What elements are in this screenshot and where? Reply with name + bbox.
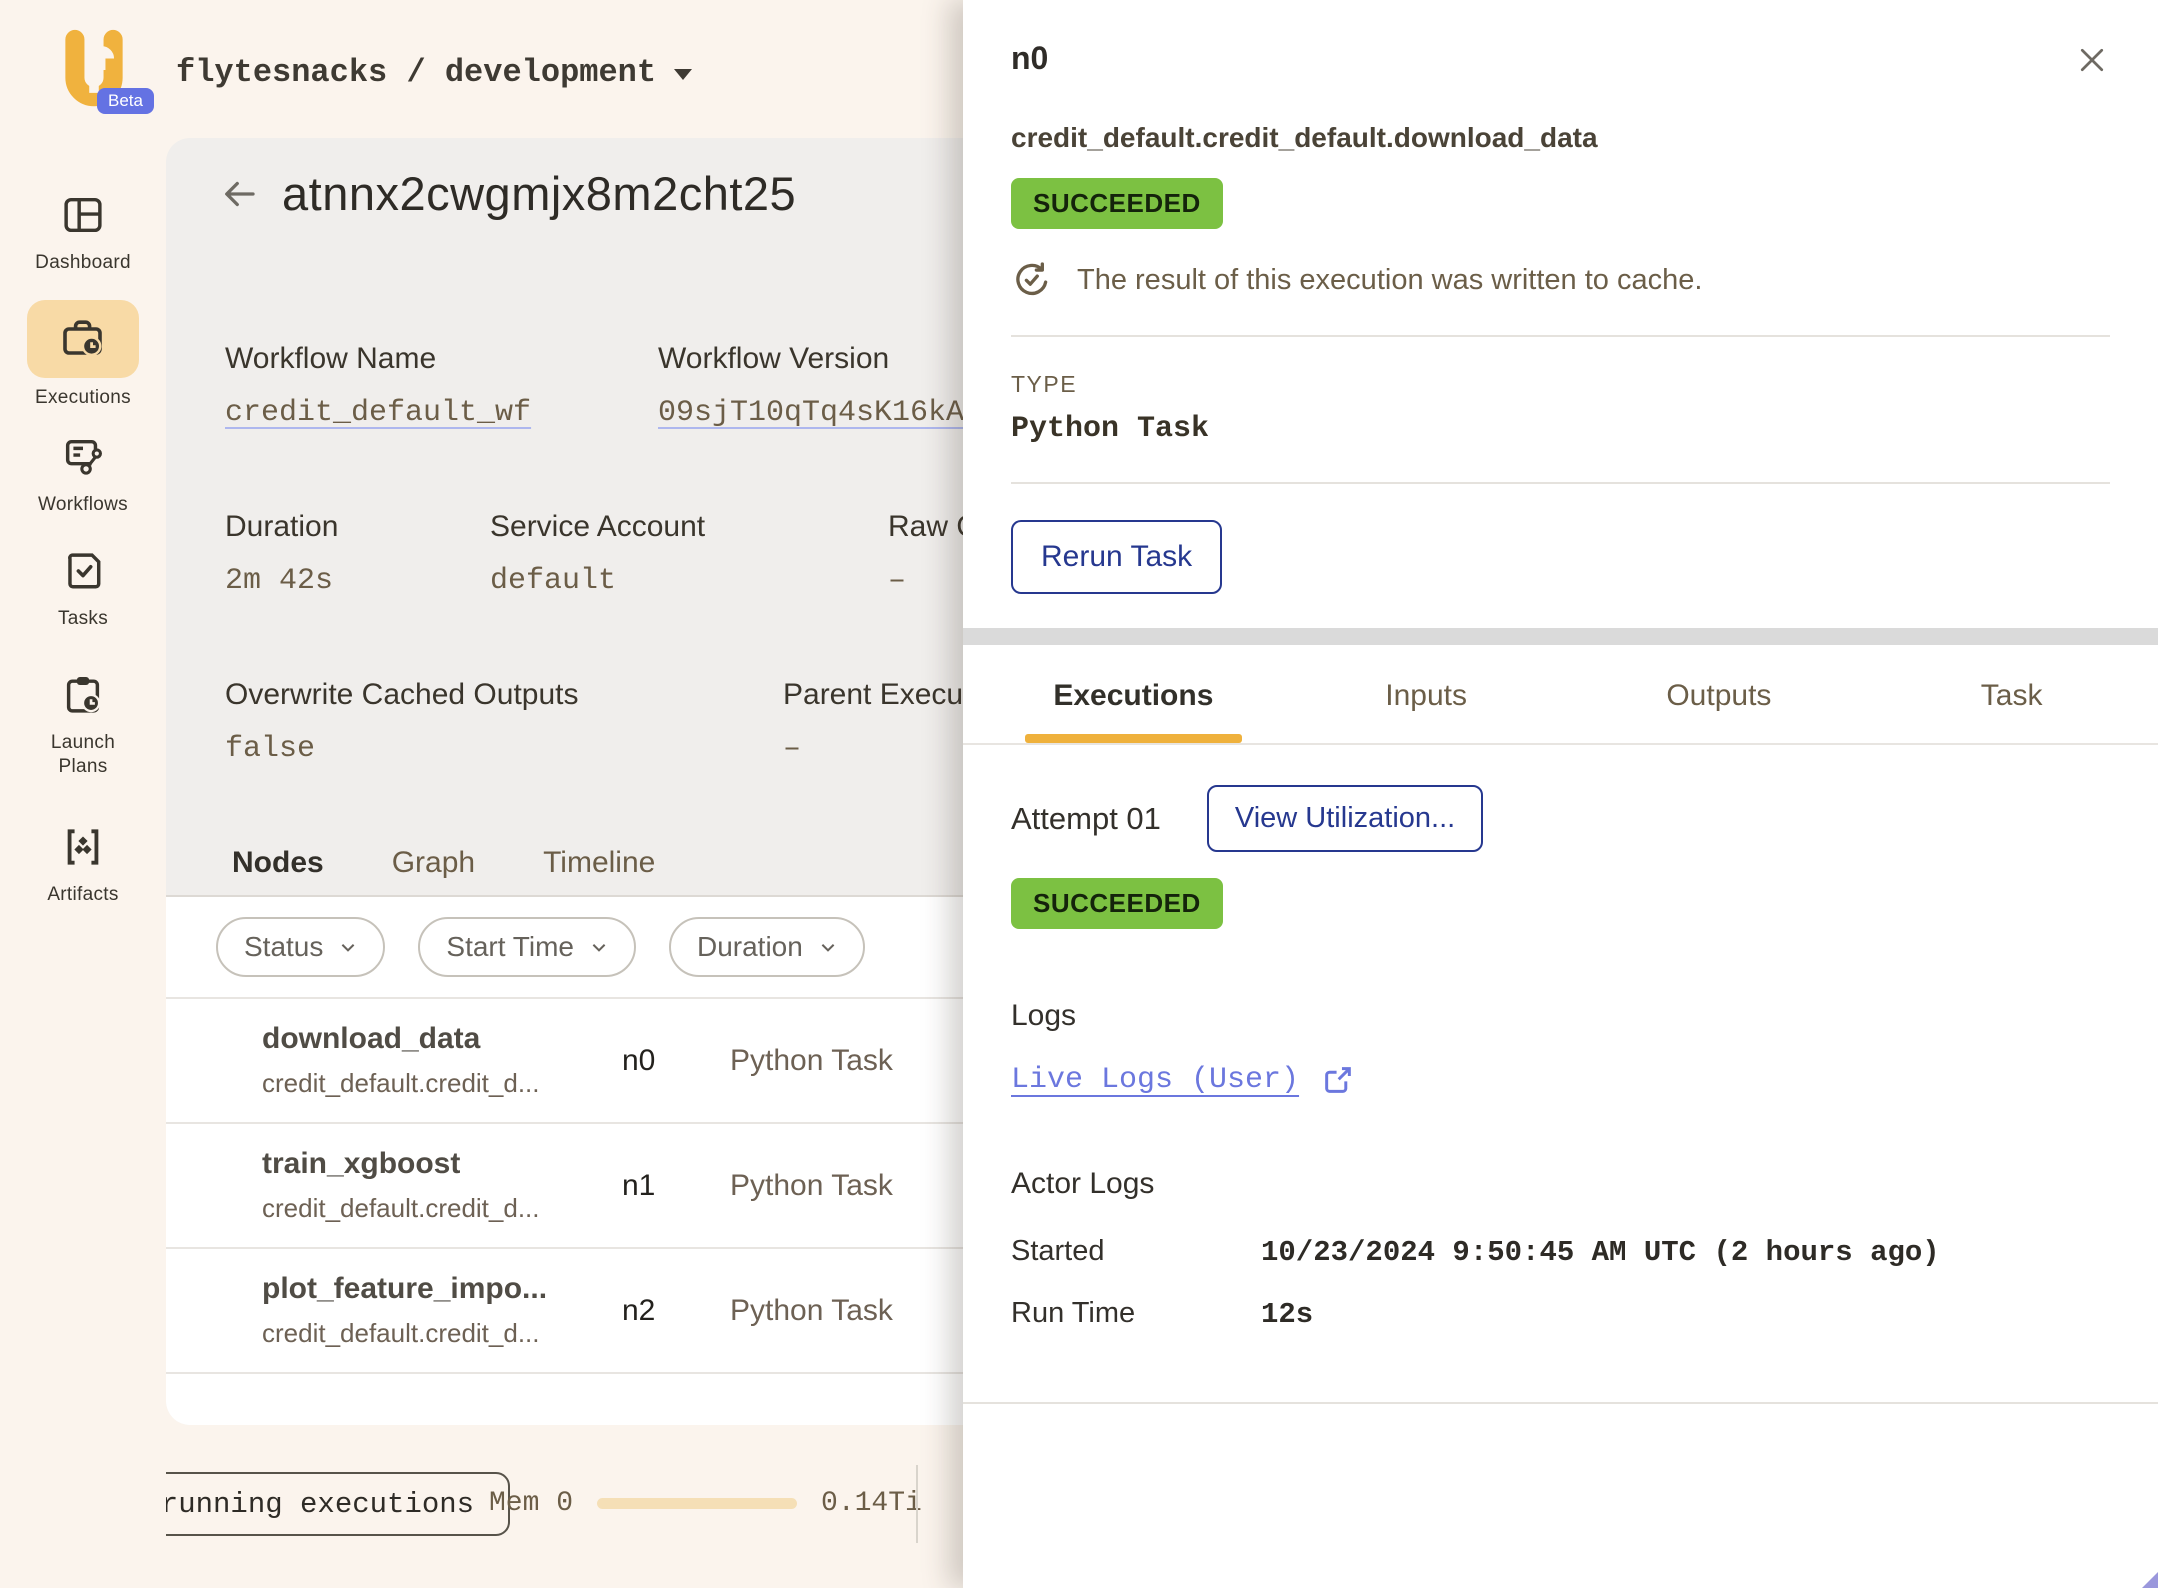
logs-heading: Logs <box>963 929 2158 1033</box>
task-full-name: credit_default.credit_default.download_d… <box>963 78 2158 154</box>
workflow-version-label: Workflow Version <box>658 342 982 376</box>
sidebar-item-label: Launch Plans <box>35 731 131 779</box>
artifacts-icon <box>60 824 106 870</box>
launch-plans-icon <box>60 672 106 718</box>
workflow-version-link[interactable]: 09sjT10qTq4sK16kA0 <box>658 396 982 430</box>
runtime-value: 12s <box>1261 1298 1313 1331</box>
status-filter[interactable]: Status <box>216 917 385 977</box>
service-account-label: Service Account <box>490 510 888 544</box>
chevron-down-icon <box>590 938 608 956</box>
service-account-value: default <box>490 564 888 598</box>
resize-corner[interactable] <box>2142 1572 2158 1588</box>
started-value: 10/23/2024 9:50:45 AM UTC (2 hours ago) <box>1261 1236 1940 1269</box>
tasks-icon <box>60 548 106 594</box>
duration-value: 2m 42s <box>225 564 490 598</box>
overwrite-cached-label: Overwrite Cached Outputs <box>225 678 783 712</box>
chevron-down-icon <box>674 69 692 80</box>
sidebar-item-executions[interactable]: Executions <box>0 300 166 410</box>
cache-message: The result of this execution was written… <box>1077 264 1702 297</box>
workflow-name-link[interactable]: credit_default_wf <box>225 396 658 430</box>
sidebar-item-label: Dashboard <box>0 251 166 275</box>
duration-label: Duration <box>225 510 490 544</box>
external-link-icon[interactable] <box>1321 1063 1355 1097</box>
executions-active-highlight <box>27 300 139 378</box>
parent-execution-value: – <box>783 732 963 766</box>
close-icon[interactable] <box>2074 42 2110 78</box>
parent-execution-label: Parent Execu <box>783 678 963 712</box>
type-value: Python Task <box>1011 412 2110 446</box>
chevron-down-icon <box>339 938 357 956</box>
rerun-task-button[interactable]: Rerun Task <box>1011 520 1222 594</box>
duration-filter[interactable]: Duration <box>669 917 865 977</box>
node-task-id: credit_default.credit_d... <box>262 1318 622 1349</box>
workflows-icon <box>60 434 106 480</box>
sidebar-item-artifacts[interactable]: Artifacts <box>0 824 166 907</box>
tab-executions[interactable]: Executions <box>987 657 1280 743</box>
chevron-down-icon <box>819 938 837 956</box>
actor-logs-heading: Actor Logs <box>963 1097 2158 1201</box>
attempt-status-badge: SUCCEEDED <box>1011 878 1223 929</box>
tab-task[interactable]: Task <box>1865 657 2158 743</box>
start-time-filter-label: Start Time <box>446 931 574 963</box>
type-label: TYPE <box>1011 371 2110 398</box>
node-name: train_xgboost <box>262 1147 622 1181</box>
overwrite-cached-value: false <box>225 732 783 766</box>
node-id: n2 <box>622 1294 730 1328</box>
node-name: plot_feature_impo... <box>262 1272 622 1306</box>
status-badge: SUCCEEDED <box>1011 178 1223 229</box>
mem-label: Mem 0 <box>489 1488 573 1519</box>
sidebar-item-launch-plans[interactable]: Launch Plans <box>0 672 166 779</box>
workflow-name-label: Workflow Name <box>225 342 658 376</box>
statusbar-divider <box>916 1465 918 1543</box>
union-logo[interactable]: Beta <box>52 28 136 116</box>
attempt-label: Attempt 01 <box>1011 801 1161 837</box>
status-filter-label: Status <box>244 931 323 963</box>
divider <box>1011 482 2110 484</box>
sidebar-item-label: Workflows <box>0 493 166 517</box>
node-id: n0 <box>622 1044 730 1078</box>
duration-filter-label: Duration <box>697 931 803 963</box>
node-detail-panel: n0 credit_default.credit_default.downloa… <box>963 0 2158 1588</box>
sidebar-item-dashboard[interactable]: Dashboard <box>0 192 166 275</box>
start-time-filter[interactable]: Start Time <box>418 917 636 977</box>
node-type: Python Task <box>730 1294 893 1328</box>
sidebar-item-tasks[interactable]: Tasks <box>0 548 166 631</box>
sidebar-item-label: Artifacts <box>0 883 166 907</box>
project-domain-selector[interactable]: flytesnacks / development <box>176 54 692 91</box>
view-utilization-button[interactable]: View Utilization... <box>1207 785 1483 852</box>
sidebar-item-label: Tasks <box>0 607 166 631</box>
running-executions-label: 0 running executions <box>126 1488 474 1521</box>
sidebar: Beta Dashboard Executions <box>0 0 166 1588</box>
divider <box>963 1402 2158 1404</box>
execution-id-title: atnnx2cwgmjx8m2cht25 <box>282 166 796 221</box>
mem-max-label: 0.14Ti <box>821 1488 922 1519</box>
mem-progress-bar <box>597 1498 797 1509</box>
sidebar-item-label: Executions <box>0 386 166 410</box>
node-name: download_data <box>262 1022 622 1056</box>
node-type: Python Task <box>730 1169 893 1203</box>
panel-tabs: Executions Inputs Outputs Task <box>963 657 2158 745</box>
node-panel-title: n0 <box>1011 40 1048 77</box>
tab-outputs[interactable]: Outputs <box>1573 657 1866 743</box>
beta-badge: Beta <box>97 88 154 114</box>
sidebar-item-workflows[interactable]: Workflows <box>0 434 166 517</box>
node-id: n1 <box>622 1169 730 1203</box>
memory-usage-meter: Mem 0 0.14Ti <box>489 1488 922 1519</box>
panel-scroll-divider[interactable] <box>963 628 2158 645</box>
app-root: Beta Dashboard Executions <box>0 0 2158 1588</box>
back-arrow-icon[interactable] <box>218 173 260 215</box>
node-task-id: credit_default.credit_d... <box>262 1193 622 1224</box>
node-task-id: credit_default.credit_d... <box>262 1068 622 1099</box>
started-label: Started <box>1011 1235 1261 1268</box>
node-type: Python Task <box>730 1044 893 1078</box>
live-logs-link[interactable]: Live Logs (User) <box>1011 1063 1299 1097</box>
runtime-label: Run Time <box>1011 1297 1261 1330</box>
dashboard-icon <box>60 192 106 238</box>
tab-inputs[interactable]: Inputs <box>1280 657 1573 743</box>
executions-icon <box>59 315 107 363</box>
breadcrumb: flytesnacks / development <box>176 54 656 91</box>
cache-icon <box>1011 259 1053 301</box>
